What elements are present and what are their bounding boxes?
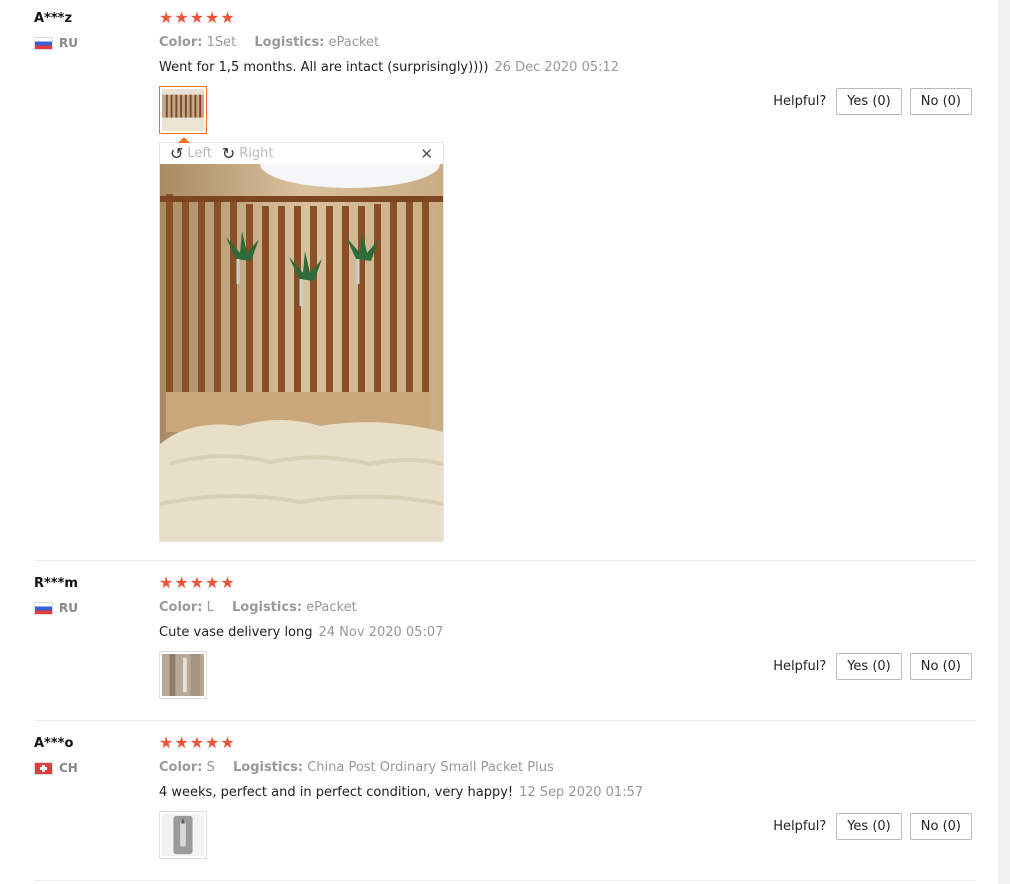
review-text: Went for 1,5 months. All are intact (sur… bbox=[159, 60, 489, 75]
review-text-line: Cute vase delivery long 24 Nov 2020 05:07 bbox=[159, 625, 443, 640]
review-photo-thumbnail[interactable] bbox=[159, 651, 207, 699]
review-text: 4 weeks, perfect and in perfect conditio… bbox=[159, 785, 514, 800]
color-label: Color: bbox=[159, 600, 203, 615]
helpful-yes-button[interactable]: Yes (0) bbox=[836, 88, 902, 115]
helpful-label: Helpful? bbox=[773, 659, 827, 674]
country-code: CH bbox=[59, 761, 78, 775]
logistics-label: Logistics: bbox=[233, 760, 304, 775]
review-divider bbox=[34, 880, 976, 881]
logistics-value: China Post Ordinary Small Packet Plus bbox=[307, 760, 554, 775]
helpful-label: Helpful? bbox=[773, 819, 827, 834]
helpful-section: Helpful? Yes (0) No (0) bbox=[773, 88, 972, 115]
country-code: RU bbox=[59, 601, 78, 615]
review-text: Cute vase delivery long bbox=[159, 625, 313, 640]
logistics-label: Logistics: bbox=[254, 35, 325, 50]
helpful-section: Helpful? Yes (0) No (0) bbox=[773, 813, 972, 840]
photo-viewer: ↺ Left ↻ Right ✕ bbox=[159, 137, 444, 542]
color-value: 1Set bbox=[206, 35, 237, 50]
review-divider bbox=[34, 720, 976, 721]
review-item: A***o CH ★★★★★ Color: S Logistics: China… bbox=[34, 733, 976, 866]
reviewer-country: RU bbox=[34, 601, 78, 615]
helpful-no-button[interactable]: No (0) bbox=[909, 813, 972, 840]
rotate-left-label: Left bbox=[187, 146, 212, 161]
color-value: L bbox=[206, 600, 214, 615]
review-text-line: 4 weeks, perfect and in perfect conditio… bbox=[159, 785, 643, 800]
rotate-left-button[interactable]: ↺ Left bbox=[170, 143, 212, 163]
review-photo-thumbnail[interactable] bbox=[159, 811, 207, 859]
review-text-line: Went for 1,5 months. All are intact (sur… bbox=[159, 60, 619, 75]
reviewer-country: CH bbox=[34, 761, 78, 775]
photo-thumbnail-image bbox=[162, 89, 204, 131]
russia-flag-icon bbox=[34, 36, 53, 50]
logistics-value: ePacket bbox=[328, 35, 380, 50]
switzerland-flag-icon bbox=[34, 761, 53, 775]
viewer-toolbar: ↺ Left ↻ Right bbox=[160, 143, 443, 164]
close-icon[interactable]: ✕ bbox=[420, 145, 433, 163]
rotate-right-icon: ↻ bbox=[221, 143, 236, 163]
logistics-value: ePacket bbox=[306, 600, 357, 615]
review-meta: Color: L Logistics: ePacket bbox=[159, 600, 357, 615]
review-item: R***m RU ★★★★★ Color: L Logistics: ePack… bbox=[34, 573, 976, 706]
review-date: 12 Sep 2020 01:57 bbox=[519, 785, 644, 800]
review-meta: Color: 1Set Logistics: ePacket bbox=[159, 35, 379, 50]
rotate-left-icon: ↺ bbox=[170, 143, 184, 163]
country-code: RU bbox=[59, 36, 78, 50]
review-date: 24 Nov 2020 05:07 bbox=[318, 625, 444, 640]
color-label: Color: bbox=[159, 760, 203, 775]
star-rating: ★★★★★ bbox=[159, 733, 236, 752]
logistics-label: Logistics: bbox=[232, 600, 303, 615]
helpful-no-button[interactable]: No (0) bbox=[909, 653, 972, 680]
reviewer-country: RU bbox=[34, 36, 78, 50]
star-rating: ★★★★★ bbox=[159, 573, 236, 592]
color-label: Color: bbox=[159, 35, 203, 50]
photo-thumbnail-image bbox=[162, 654, 204, 696]
review-divider bbox=[34, 560, 976, 561]
review-photo-thumbnail[interactable] bbox=[159, 86, 207, 134]
photo-thumbnail-image bbox=[162, 814, 204, 856]
reviewer-name: R***m bbox=[34, 576, 78, 591]
review-meta: Color: S Logistics: China Post Ordinary … bbox=[159, 760, 554, 775]
reviewer-name: A***z bbox=[34, 11, 73, 26]
helpful-label: Helpful? bbox=[773, 94, 827, 109]
helpful-yes-button[interactable]: Yes (0) bbox=[836, 653, 902, 680]
russia-flag-icon bbox=[34, 601, 53, 615]
bedroom-photo-image bbox=[160, 164, 443, 541]
reviewer-name: A***o bbox=[34, 736, 74, 751]
rotate-right-button[interactable]: ↻ Right bbox=[221, 143, 274, 163]
helpful-no-button[interactable]: No (0) bbox=[909, 88, 972, 115]
page-scroll-edge bbox=[998, 0, 1010, 884]
rotate-right-label: Right bbox=[239, 146, 274, 161]
review-photo-large bbox=[160, 164, 443, 541]
color-value: S bbox=[206, 760, 215, 775]
helpful-yes-button[interactable]: Yes (0) bbox=[836, 813, 902, 840]
review-date: 26 Dec 2020 05:12 bbox=[494, 60, 620, 75]
helpful-section: Helpful? Yes (0) No (0) bbox=[773, 653, 972, 680]
star-rating: ★★★★★ bbox=[159, 8, 236, 27]
